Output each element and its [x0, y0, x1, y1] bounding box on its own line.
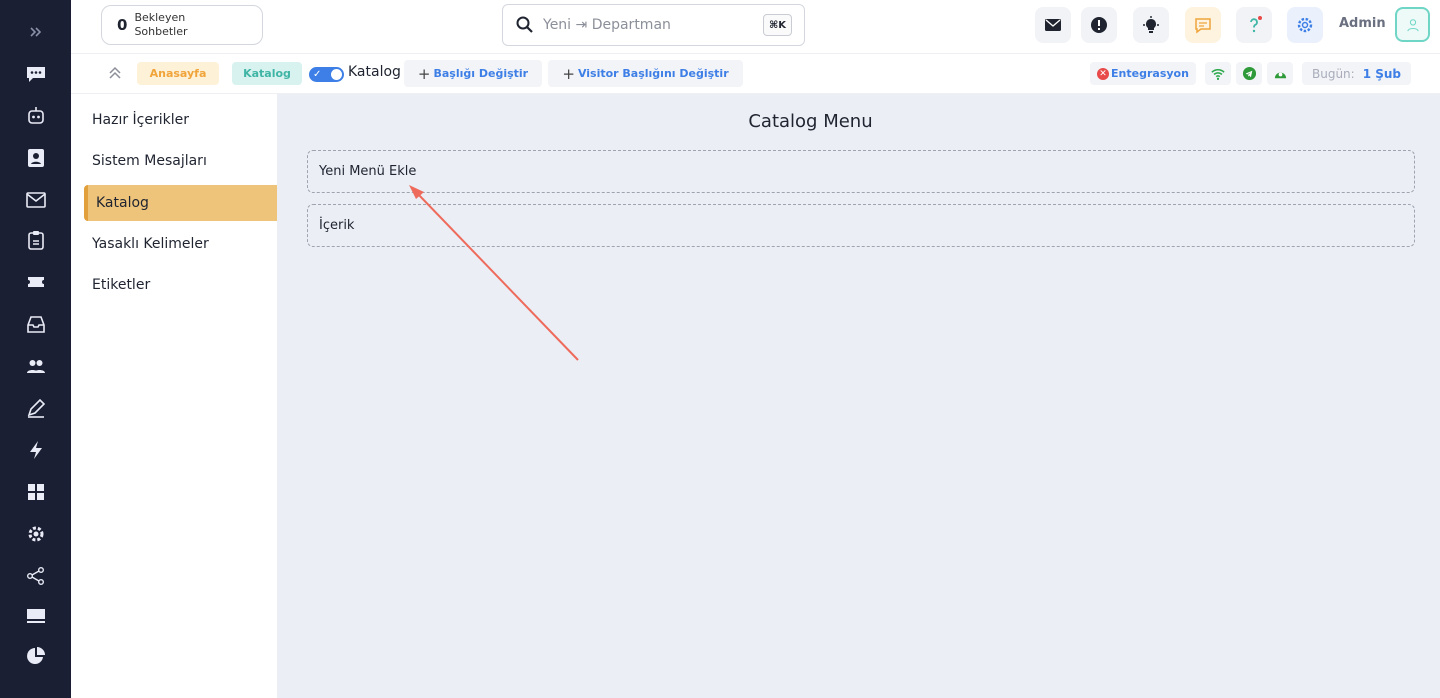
lightbulb-icon[interactable]: [1133, 7, 1169, 43]
nav-item-tags[interactable]: Etiketler: [84, 267, 277, 303]
pen-icon[interactable]: [0, 390, 71, 426]
help-icon[interactable]: [1236, 7, 1272, 43]
error-icon: ✕: [1097, 67, 1110, 80]
nav-item-system-messages[interactable]: Sistem Mesajları: [84, 143, 277, 179]
integration-label: Entegrasyon: [1111, 67, 1189, 80]
mail-icon[interactable]: [0, 182, 71, 218]
pie-chart-icon[interactable]: [0, 638, 71, 674]
today-date: Bugün: 1 Şub: [1302, 62, 1411, 85]
top-bar: 0 Bekleyen Sohbetler ⌘K Admin: [71, 0, 1440, 54]
feedback-icon[interactable]: [1185, 7, 1221, 43]
share-icon[interactable]: [0, 558, 71, 594]
grid-icon[interactable]: [0, 474, 71, 510]
change-title-label: Başlığı Değiştir: [433, 67, 529, 80]
search-icon: [516, 16, 533, 33]
settings-icon[interactable]: [0, 516, 71, 552]
breadcrumb-bar: Anasayfa Katalog ✓ Katalog + Başlığı Değ…: [71, 54, 1440, 94]
change-visitor-title-button[interactable]: + Visitor Başlığını Değiştir: [548, 60, 743, 87]
inbox-icon[interactable]: [0, 306, 71, 342]
content-item[interactable]: İçerik: [307, 204, 1415, 247]
today-label: Bugün:: [1311, 66, 1355, 81]
avatar[interactable]: [1395, 7, 1430, 42]
search-shortcut: ⌘K: [762, 14, 792, 36]
integration-status[interactable]: ✕ Entegrasyon: [1090, 62, 1196, 85]
plus-icon: +: [417, 64, 431, 83]
wifi-icon[interactable]: [1205, 62, 1231, 85]
nav-item-banned-words[interactable]: Yasaklı Kelimeler: [84, 226, 277, 262]
nav-item-ready-contents[interactable]: Hazır İçerikler: [84, 102, 277, 138]
add-menu-button[interactable]: Yeni Menü Ekle: [307, 150, 1415, 193]
users-icon[interactable]: [0, 348, 71, 384]
contact-card-icon[interactable]: [0, 140, 71, 176]
gear-icon[interactable]: [1287, 7, 1323, 43]
ticket-icon[interactable]: [0, 264, 71, 300]
search-input[interactable]: [543, 17, 743, 33]
robot-icon[interactable]: [0, 98, 71, 134]
today-value: 1 Şub: [1362, 66, 1402, 81]
bolt-icon[interactable]: [0, 432, 71, 468]
collapse-up-icon[interactable]: [107, 64, 123, 80]
change-visitor-title-label: Visitor Başlığını Değiştir: [577, 67, 729, 80]
telegram-icon[interactable]: [1236, 62, 1262, 85]
bot-status-icon[interactable]: [1267, 62, 1293, 85]
catalog-toggle[interactable]: ✓: [309, 67, 344, 82]
waiting-chats-counter[interactable]: 0 Bekleyen Sohbetler: [101, 5, 263, 45]
breadcrumb-catalog[interactable]: Katalog: [232, 62, 302, 85]
change-title-button[interactable]: + Başlığı Değiştir: [404, 60, 542, 87]
page-title: Catalog Menu: [748, 111, 873, 132]
chat-icon[interactable]: [0, 56, 71, 92]
nav-item-catalog[interactable]: Katalog: [84, 185, 277, 221]
catalog-toggle-label: Katalog: [348, 64, 401, 80]
app-rail: [0, 0, 71, 698]
user-icon: [1406, 18, 1419, 31]
waiting-label: Bekleyen Sohbetler: [134, 11, 188, 38]
breadcrumb-home[interactable]: Anasayfa: [137, 62, 219, 85]
clipboard-icon[interactable]: [0, 222, 71, 258]
settings-nav: Hazır İçerikler Sistem Mesajları Katalog…: [71, 94, 277, 698]
search-box[interactable]: ⌘K: [502, 4, 805, 46]
check-icon: ✓: [313, 69, 322, 80]
catalog-panel: Catalog Menu Yeni Menü Ekle İçerik: [277, 94, 1440, 698]
expand-icon[interactable]: [0, 14, 71, 50]
user-name: Admin: [1339, 16, 1386, 31]
alert-icon[interactable]: [1081, 7, 1117, 43]
monitor-icon[interactable]: [0, 598, 71, 634]
plus-icon: +: [562, 64, 575, 83]
waiting-count: 0: [117, 16, 128, 34]
mail-icon[interactable]: [1035, 7, 1071, 43]
